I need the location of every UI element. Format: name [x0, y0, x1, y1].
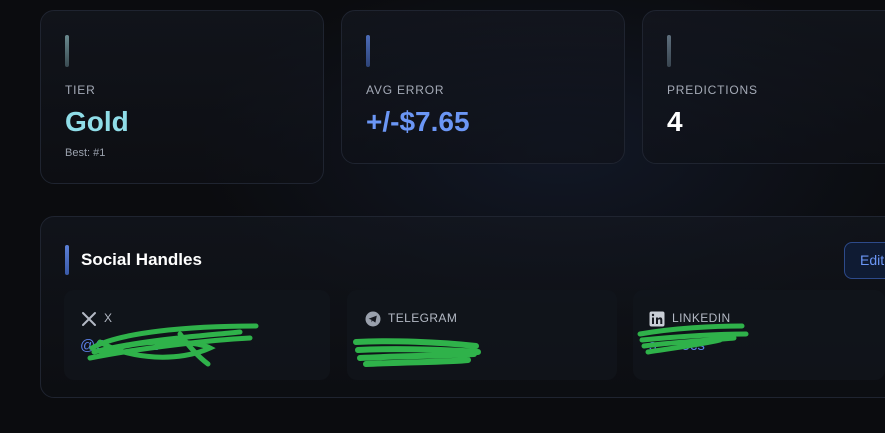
- x-handle-link[interactable]: @C 3: [80, 337, 160, 354]
- edit-button[interactable]: Edit: [844, 242, 885, 279]
- handle-box-x: [64, 290, 330, 380]
- linkedin-handle-link[interactable]: s ocs: [649, 337, 705, 354]
- avg-error-accent-bar: [366, 35, 370, 67]
- tier-best-rank: Best: #1: [65, 147, 106, 159]
- handle-box-linkedin: [633, 290, 885, 380]
- x-icon: [82, 312, 96, 326]
- avg-error-value: +/-$7.65: [366, 106, 470, 137]
- linkedin-icon: [649, 311, 665, 327]
- avg-error-label: AVG ERROR: [366, 83, 445, 97]
- linkedin-label: LINKEDIN: [672, 311, 731, 325]
- predictions-label: PREDICTIONS: [667, 83, 758, 97]
- tier-value: Gold: [65, 106, 129, 137]
- predictions-value: 4: [667, 106, 683, 137]
- social-accent-bar: [65, 245, 69, 275]
- tier-accent-bar: [65, 35, 69, 67]
- social-handles-title: Social Handles: [81, 250, 202, 269]
- predictions-accent-bar: [667, 35, 671, 67]
- predictions-card: PREDICTIONS 4: [642, 10, 885, 164]
- handle-box-telegram: [347, 290, 617, 380]
- telegram-label: TELEGRAM: [388, 311, 458, 325]
- tier-label: TIER: [65, 83, 96, 97]
- telegram-icon: [365, 311, 381, 327]
- avg-error-card: AVG ERROR +/-$7.65: [341, 10, 625, 164]
- tier-card: TIER Gold Best: #1: [40, 10, 324, 184]
- x-label: X: [104, 311, 113, 325]
